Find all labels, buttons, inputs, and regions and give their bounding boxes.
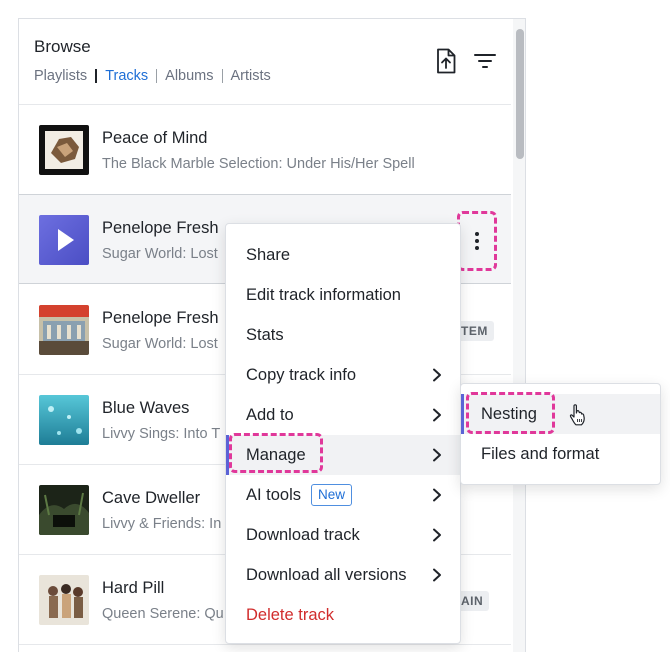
- page-title: Browse: [34, 37, 91, 56]
- track-subtitle: Livvy & Friends: In: [102, 516, 222, 532]
- album-art: [39, 215, 89, 265]
- filter-icon[interactable]: [472, 47, 498, 75]
- chevron-right-icon: [433, 368, 441, 382]
- browse-header: Browse Playlists Tracks Albums Artists: [19, 19, 511, 105]
- menu-item-copy-track-info[interactable]: Copy track info: [226, 355, 460, 395]
- album-art: [39, 395, 89, 445]
- track-subtitle: Sugar World: Lost: [102, 336, 218, 352]
- tab-playlists[interactable]: Playlists: [34, 68, 87, 84]
- menu-item-download-track[interactable]: Download track: [226, 515, 460, 555]
- menu-item-label: Copy track info: [246, 365, 357, 384]
- menu-item-download-all-versions[interactable]: Download all versions: [226, 555, 460, 595]
- track-subtitle: Sugar World: Lost: [102, 246, 218, 262]
- submenu-item-nesting[interactable]: Nesting: [461, 394, 660, 434]
- menu-item-edit-track-information[interactable]: Edit track information: [226, 275, 460, 315]
- track-name: Hard Pill: [102, 579, 165, 597]
- chevron-right-icon: [433, 568, 441, 582]
- track-name: Penelope Fresh: [102, 219, 219, 237]
- menu-item-label: Manage: [246, 445, 306, 464]
- submenu-item-files-and-format[interactable]: Files and format: [461, 434, 660, 474]
- divider: [221, 69, 223, 83]
- submenu-item-label: Nesting: [481, 404, 537, 423]
- chevron-right-icon: [433, 528, 441, 542]
- menu-item-share[interactable]: Share: [226, 235, 460, 275]
- menu-item-manage[interactable]: Manage: [226, 435, 460, 475]
- manage-submenu: Nesting Files and format: [460, 383, 661, 485]
- album-art: [39, 575, 89, 625]
- track-name: Blue Waves: [102, 399, 190, 417]
- new-badge: New: [311, 484, 353, 506]
- scrollbar-thumb[interactable]: [516, 29, 524, 159]
- menu-item-delete-track[interactable]: Delete track: [226, 595, 460, 635]
- album-art: [39, 305, 89, 355]
- track-name: Penelope Fresh: [102, 309, 219, 327]
- submenu-item-label: Files and format: [481, 444, 600, 463]
- divider: [95, 69, 98, 83]
- chevron-right-icon: [433, 408, 441, 422]
- more-options-button[interactable]: [457, 211, 497, 271]
- menu-item-label: Edit track information: [246, 285, 401, 304]
- upload-file-icon[interactable]: [433, 47, 459, 75]
- menu-item-ai-tools[interactable]: AI tools New: [226, 475, 460, 515]
- menu-item-label: Stats: [246, 325, 284, 344]
- filter-tabs: Playlists Tracks Albums Artists: [34, 68, 271, 84]
- album-art: [39, 485, 89, 535]
- track-subtitle: Livvy Sings: Into T: [102, 426, 221, 442]
- menu-item-add-to[interactable]: Add to: [226, 395, 460, 435]
- menu-item-label: Download all versions: [246, 565, 407, 584]
- menu-item-label: Share: [246, 245, 291, 264]
- tab-tracks[interactable]: Tracks: [105, 68, 148, 84]
- menu-item-label: Add to: [246, 405, 294, 424]
- tab-albums[interactable]: Albums: [165, 68, 213, 84]
- track-name: Peace of Mind: [102, 129, 208, 147]
- track-row[interactable]: Peace of Mind The Black Marble Selection…: [19, 105, 511, 195]
- menu-item-label: AI tools: [246, 485, 302, 504]
- chevron-right-icon: [433, 488, 441, 502]
- scrollbar[interactable]: [513, 19, 525, 652]
- menu-item-stats[interactable]: Stats: [226, 315, 460, 355]
- track-context-menu: Share Edit track information Stats Copy …: [225, 223, 461, 644]
- tab-artists[interactable]: Artists: [231, 68, 271, 84]
- divider: [156, 69, 158, 83]
- track-name: Cave Dweller: [102, 489, 201, 507]
- chevron-right-icon: [433, 448, 441, 462]
- menu-item-label: Download track: [246, 525, 360, 544]
- album-art: [39, 125, 89, 175]
- track-subtitle: Queen Serene: Qu: [102, 606, 224, 622]
- track-subtitle: The Black Marble Selection: Under His/He…: [102, 156, 415, 172]
- menu-item-label: Delete track: [246, 605, 335, 624]
